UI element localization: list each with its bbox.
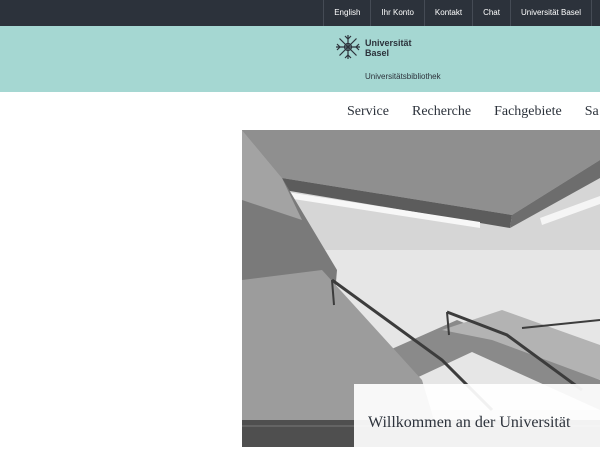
utility-nav: English Ihr Konto Kontakt Chat Universit… — [323, 0, 600, 26]
hero-banner: Willkommen an der Universität — [242, 130, 600, 447]
university-logo[interactable]: Universität Basel Universitätsbibliothek — [335, 34, 455, 84]
topnav-chat-link[interactable]: Chat — [472, 0, 510, 26]
topnav-account-link[interactable]: Ihr Konto — [370, 0, 423, 26]
library-subtitle: Universitätsbibliothek — [365, 72, 441, 81]
logo-line-2: Basel — [365, 48, 390, 58]
topnav-university-link[interactable]: Universität Basel — [509, 0, 591, 26]
mainnav-sa[interactable]: Sa — [585, 104, 599, 120]
mainnav-service[interactable]: Service — [347, 104, 389, 120]
topnav-contact-link[interactable]: Kontakt — [423, 0, 472, 26]
brand-header: Universität Basel Universitätsbibliothek — [0, 26, 600, 92]
main-nav: Service Recherche Fachgebiete Sa — [347, 104, 600, 120]
hero-caption-box: Willkommen an der Universität — [354, 384, 600, 447]
basilisk-star-icon — [336, 35, 360, 59]
hero-headline: Willkommen an der Universität — [368, 414, 571, 431]
logo-wordmark: Universität Basel — [365, 38, 412, 58]
topnav-english-link[interactable]: English — [323, 0, 370, 26]
logo-line-1: Universität — [365, 38, 412, 48]
top-utility-bar: English Ihr Konto Kontakt Chat Universit… — [0, 0, 600, 26]
topnav-overflow — [591, 0, 600, 26]
mainnav-recherche[interactable]: Recherche — [412, 104, 471, 120]
mainnav-fachgebiete[interactable]: Fachgebiete — [494, 104, 562, 120]
